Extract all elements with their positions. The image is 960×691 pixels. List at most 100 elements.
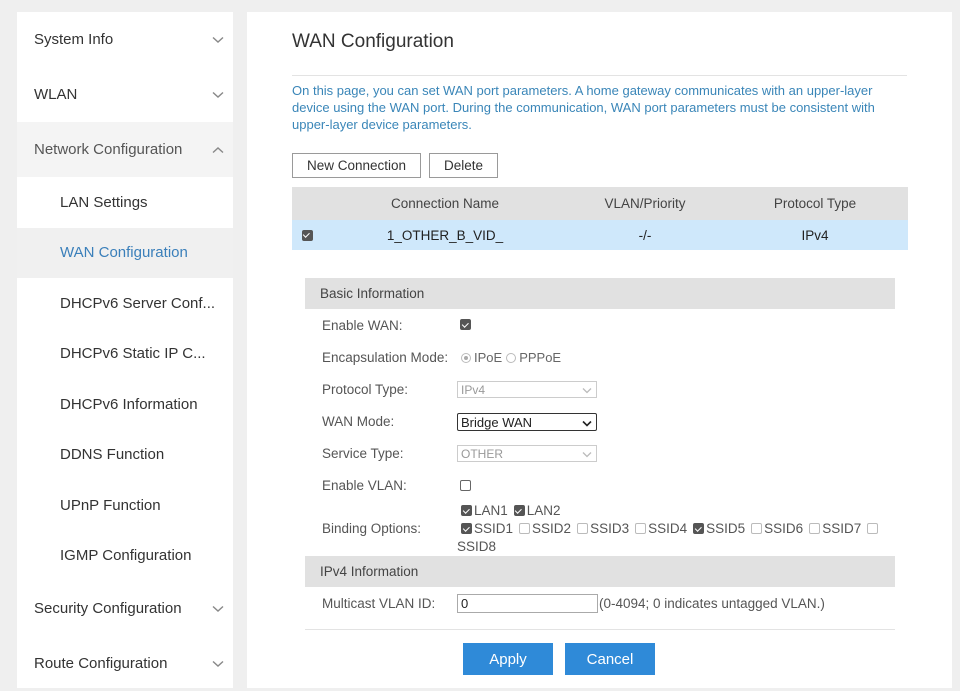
divider xyxy=(292,75,907,76)
wan-mode-value: Bridge WAN xyxy=(461,414,533,430)
column-header: Connection Name xyxy=(390,196,500,211)
chevron-down-icon xyxy=(582,384,592,398)
protocol-type-label: Protocol Type: xyxy=(322,382,409,397)
chevron-up-icon xyxy=(211,143,225,157)
enable-vlan-label: Enable VLAN: xyxy=(322,478,407,493)
sidebar-item-wlan[interactable]: WLAN xyxy=(17,67,233,122)
ssid8-checkbox[interactable] xyxy=(867,523,879,534)
basic-information-header: Basic Information xyxy=(305,278,895,309)
sidebar-item-label: Security Configuration xyxy=(34,600,182,617)
chevron-down-icon xyxy=(211,657,225,671)
encapsulation-mode-label: Encapsulation Mode: xyxy=(322,350,449,365)
sidebar-item-label: System Info xyxy=(34,31,114,48)
ssid1-checkbox[interactable] xyxy=(461,523,472,534)
page-title: WAN Configuration xyxy=(292,31,454,52)
lan1-label: LAN1 xyxy=(474,503,508,518)
sidebar-item-label: UPnP Function xyxy=(60,496,161,514)
column-header: VLAN/Priority xyxy=(604,196,686,211)
sidebar-item-wan-configuration[interactable]: WAN Configuration xyxy=(17,227,233,278)
chevron-down-icon xyxy=(211,602,225,616)
sidebar-item-label: Route Configuration xyxy=(34,655,168,672)
ssid7-checkbox[interactable] xyxy=(809,523,821,534)
chevron-down-icon xyxy=(582,416,592,431)
vlan-priority-cell: -/- xyxy=(638,227,652,243)
sidebar-item-route-configuration[interactable]: Route Configuration xyxy=(17,636,233,691)
chevron-down-icon xyxy=(211,33,225,47)
enable-vlan-checkbox[interactable] xyxy=(460,480,471,491)
ipoe-label: IPoE xyxy=(474,350,503,365)
lan1-checkbox[interactable] xyxy=(461,505,472,516)
protocol-type-cell: IPv4 xyxy=(801,227,829,243)
sidebar-item-ddns-function[interactable]: DDNS Function xyxy=(17,430,233,481)
sidebar-item-security-configuration[interactable]: Security Configuration xyxy=(17,581,233,636)
sidebar-item-upnp-function[interactable]: UPnP Function xyxy=(17,480,233,531)
ssid5-checkbox[interactable] xyxy=(693,523,705,534)
sidebar-item-label: LAN Settings xyxy=(60,193,148,211)
enable-wan-label: Enable WAN: xyxy=(322,318,403,333)
sidebar: System Info WLAN Network Configuration L… xyxy=(17,12,233,688)
ssid7-label: SSID7 xyxy=(822,521,862,536)
ipoe-radio[interactable] xyxy=(461,352,471,363)
ipv4-information-header: IPv4 Information xyxy=(305,556,895,587)
ssid5-label: SSID5 xyxy=(706,521,746,536)
ssid1-label: SSID1 xyxy=(474,521,514,536)
binding-lan-row: LAN1 LAN2 xyxy=(461,503,567,518)
protocol-type-select[interactable]: IPv4 xyxy=(457,381,597,398)
chevron-down-icon xyxy=(211,88,225,102)
wan-mode-label: WAN Mode: xyxy=(322,414,395,429)
ssid8-label: SSID8 xyxy=(457,539,497,554)
protocol-type-value: IPv4 xyxy=(461,382,486,397)
apply-button[interactable]: Apply xyxy=(463,643,553,675)
wan-mode-select[interactable]: Bridge WAN xyxy=(457,413,597,431)
table-header: Connection Name VLAN/Priority Protocol T… xyxy=(292,187,908,220)
chevron-down-icon xyxy=(582,448,592,462)
multicast-vlan-id-hint: (0-4094; 0 indicates untagged VLAN.) xyxy=(599,596,825,611)
sidebar-item-system-info[interactable]: System Info xyxy=(17,12,233,67)
main-panel: WAN Configuration On this page, you can … xyxy=(247,12,952,688)
sidebar-item-label: DHCPv6 Server Conf... xyxy=(60,294,216,312)
new-connection-button[interactable]: New Connection xyxy=(292,153,421,178)
service-type-select[interactable]: OTHER xyxy=(457,445,597,462)
sidebar-item-dhcpv6-server-conf[interactable]: DHCPv6 Server Conf... xyxy=(17,278,233,329)
sidebar-item-lan-settings[interactable]: LAN Settings xyxy=(17,177,233,228)
ssid2-checkbox[interactable] xyxy=(519,523,531,534)
sidebar-item-label: WAN Configuration xyxy=(60,244,188,262)
sidebar-item-label: DHCPv6 Information xyxy=(60,395,198,413)
connection-table: Connection Name VLAN/Priority Protocol T… xyxy=(292,187,908,250)
sidebar-item-label: Network Configuration xyxy=(34,141,183,158)
ssid6-label: SSID6 xyxy=(764,521,804,536)
sidebar-item-network-configuration[interactable]: Network Configuration xyxy=(17,122,233,177)
page-description: On this page, you can set WAN port param… xyxy=(292,83,875,132)
service-type-value: OTHER xyxy=(461,446,503,461)
sidebar-item-dhcpv6-static-ip[interactable]: DHCPv6 Static IP C... xyxy=(17,329,233,380)
ssid3-checkbox[interactable] xyxy=(577,523,589,534)
lan2-label: LAN2 xyxy=(526,503,561,518)
pppoe-radio[interactable] xyxy=(506,352,517,363)
sidebar-item-label: DDNS Function xyxy=(60,446,165,464)
ssid2-label: SSID2 xyxy=(532,521,572,536)
divider xyxy=(305,629,895,630)
table-row[interactable]: 1_OTHER_B_VID_ -/- IPv4 xyxy=(292,220,908,250)
sidebar-item-label: IGMP Configuration xyxy=(60,547,192,565)
ssid3-label: SSID3 xyxy=(590,521,630,536)
service-type-label: Service Type: xyxy=(322,446,404,461)
ssid4-label: SSID4 xyxy=(648,521,688,536)
multicast-vlan-id-label: Multicast VLAN ID: xyxy=(322,596,436,611)
lan2-checkbox[interactable] xyxy=(513,505,525,516)
delete-button[interactable]: Delete xyxy=(429,153,498,178)
multicast-vlan-id-input[interactable]: 0 xyxy=(457,594,598,613)
sidebar-item-label: WLAN xyxy=(34,86,78,103)
sidebar-item-igmp-configuration[interactable]: IGMP Configuration xyxy=(17,531,233,582)
enable-wan-checkbox[interactable] xyxy=(460,319,471,330)
cancel-button[interactable]: Cancel xyxy=(565,643,655,675)
ssid6-checkbox[interactable] xyxy=(751,523,763,534)
column-header: Protocol Type xyxy=(773,196,857,211)
binding-ssid-row: SSID1 SSID2 SSID3 SSID4 SSID5 SSID6 SSID… xyxy=(461,521,886,536)
connection-name-cell: 1_OTHER_B_VID_ xyxy=(386,227,504,243)
sidebar-item-dhcpv6-information[interactable]: DHCPv6 Information xyxy=(17,379,233,430)
ssid4-checkbox[interactable] xyxy=(635,523,647,534)
pppoe-label: PPPoE xyxy=(519,350,562,365)
row-select-checkbox[interactable] xyxy=(301,229,313,241)
sidebar-item-label: DHCPv6 Static IP C... xyxy=(60,345,206,363)
binding-options-label: Binding Options: xyxy=(322,521,422,536)
